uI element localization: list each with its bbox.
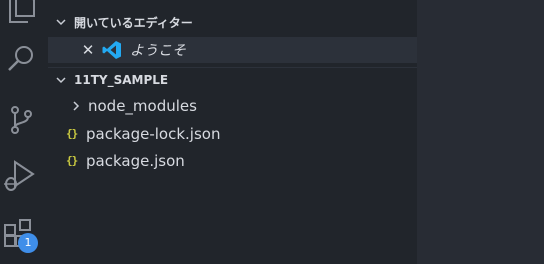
tree-item-label: node_modules xyxy=(88,96,197,115)
files-icon[interactable] xyxy=(0,0,48,30)
open-editors-header[interactable]: 開いているエディター xyxy=(48,10,417,34)
run-debug-icon[interactable] xyxy=(0,150,48,198)
search-icon[interactable] xyxy=(0,36,48,84)
tree-item-label: package-lock.json xyxy=(86,124,221,143)
json-file-icon: {} xyxy=(66,154,78,167)
project-header[interactable]: 11TY_SAMPLE xyxy=(48,67,417,91)
project-title: 11TY_SAMPLE xyxy=(74,72,169,87)
vscode-icon xyxy=(102,40,122,60)
extensions-badge: 1 xyxy=(18,233,38,253)
close-icon[interactable]: ✕ xyxy=(80,41,96,59)
editor-area xyxy=(417,0,544,264)
chevron-right-icon xyxy=(70,100,88,112)
tree-item-label: package.json xyxy=(86,151,185,170)
explorer-sidebar: 開いているエディター ✕ ようこそ 11TY_SAMPLE node_modul… xyxy=(48,0,417,264)
tree-item-package-json[interactable]: {} package.json xyxy=(48,147,417,174)
open-editors-title: 開いているエディター xyxy=(74,15,193,30)
source-control-icon[interactable] xyxy=(0,94,48,142)
chevron-down-icon xyxy=(48,10,74,34)
tree-item-package-lock-json[interactable]: {} package-lock.json xyxy=(48,120,417,147)
open-editor-label: ようこそ xyxy=(130,43,186,59)
open-editor-item[interactable]: ✕ ようこそ xyxy=(48,37,417,63)
activity-bar: 1 xyxy=(0,0,48,264)
chevron-down-icon xyxy=(48,68,74,92)
json-file-icon: {} xyxy=(66,127,78,140)
tree-item-node-modules[interactable]: node_modules xyxy=(48,92,417,119)
